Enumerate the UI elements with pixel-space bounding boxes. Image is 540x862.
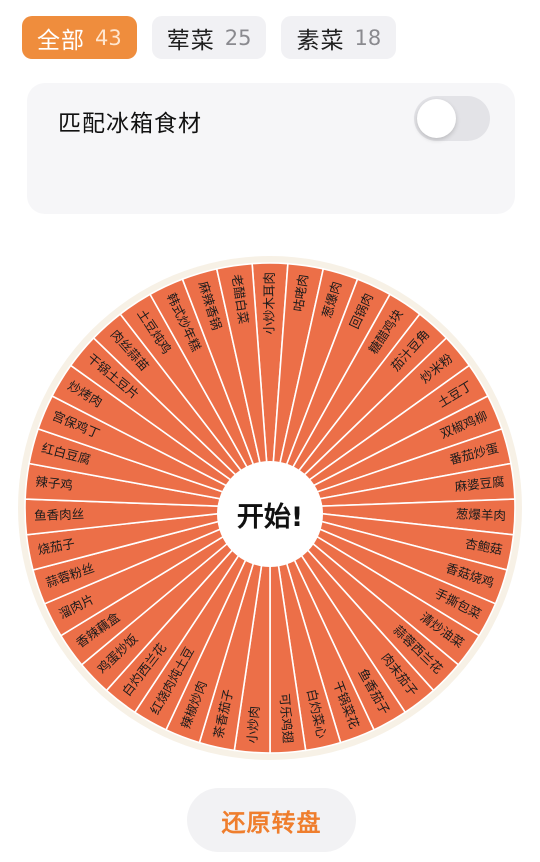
wheel-segment-label: 鱼香肉丝 (34, 506, 85, 523)
filter-all-count: 43 (95, 25, 122, 50)
category-filter-bar: 全部 43 荤菜 25 素菜 18 (22, 16, 397, 59)
filter-all-chip[interactable]: 全部 43 (22, 16, 137, 59)
filter-all-label: 全部 (37, 27, 85, 54)
filter-meat-label: 荤菜 (166, 27, 215, 54)
start-spin-button[interactable]: 开始! (217, 461, 323, 567)
toggle-knob (417, 99, 456, 138)
fridge-match-label: 匹配冰箱食材 (58, 111, 202, 137)
filter-veg-label: 素菜 (296, 27, 345, 54)
fridge-match-card: 匹配冰箱食材 (27, 83, 515, 214)
wheel-segment-label: 小炒木耳肉 (262, 272, 277, 335)
reset-wheel-button[interactable]: 还原转盘 (187, 788, 356, 852)
filter-veg-chip[interactable]: 素菜 18 (281, 16, 397, 59)
filter-veg-count: 18 (354, 25, 382, 50)
dish-wheel[interactable]: 小炒木耳肉 咕咾肉 葱爆肉 回锅肉 糖醋鸡块 茄汁豆角 炒米粉 土豆丁 双椒鸡柳 番茄炒蛋 麻婆豆腐… (12, 238, 528, 768)
filter-meat-count: 25 (224, 25, 252, 50)
fridge-match-toggle[interactable] (414, 96, 490, 141)
wheel-segment-label: 小炒肉 (244, 705, 262, 744)
filter-meat-chip[interactable]: 荤菜 25 (151, 16, 267, 59)
wheel-segment-label: 葱爆羊肉 (456, 506, 507, 523)
